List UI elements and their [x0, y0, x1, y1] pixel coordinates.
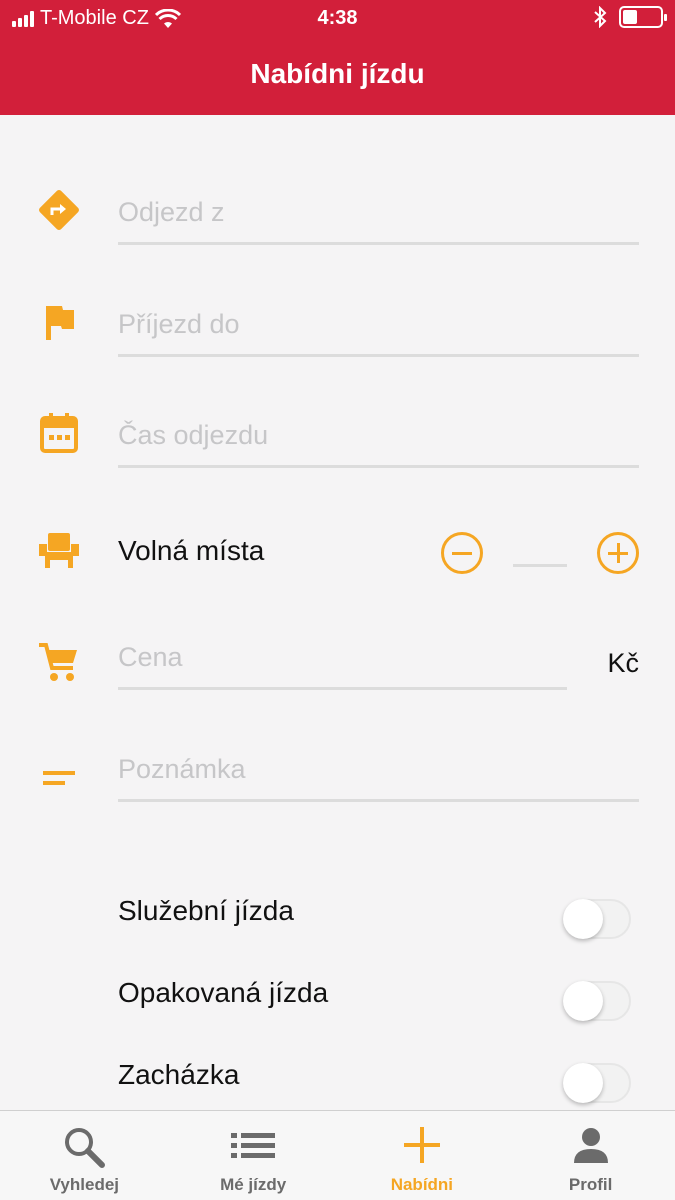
cart-icon: [34, 638, 84, 688]
price-field[interactable]: Cena: [118, 630, 567, 690]
battery-icon: [619, 6, 667, 28]
person-icon: [573, 1128, 608, 1163]
business-trip-toggle[interactable]: [563, 899, 631, 939]
page-title: Nabídni jízdu: [250, 58, 425, 89]
to-placeholder: Příjezd do: [118, 309, 240, 339]
status-bar: T-Mobile CZ 4:38: [0, 0, 675, 38]
flag-icon: [34, 297, 84, 347]
app-header: T-Mobile CZ 4:38 Nabídni jízdu: [0, 0, 675, 115]
directions-icon: [34, 185, 84, 235]
note-field[interactable]: Poznámka: [118, 742, 639, 802]
note-placeholder: Poznámka: [118, 754, 246, 784]
seats-value[interactable]: [513, 539, 567, 567]
tab-search[interactable]: Vyhledej: [0, 1111, 169, 1200]
seats-label: Volná místa: [118, 535, 265, 566]
tab-label: Profil: [568, 1175, 613, 1194]
tab-bar: Vyhledej Mé jízdy Nabídni Profil: [0, 1110, 675, 1200]
battery-fill: [623, 10, 638, 24]
tab-profile[interactable]: Profil: [506, 1111, 675, 1200]
tab-offer[interactable]: Nabídni: [338, 1111, 507, 1200]
toggle-label: Služební jízda: [118, 895, 294, 926]
seat-icon: [34, 525, 84, 575]
bluetooth-icon: [594, 6, 607, 28]
from-field[interactable]: Odjezd z: [118, 185, 639, 245]
seats-stepper: [441, 532, 639, 574]
price-placeholder: Cena: [118, 642, 183, 672]
status-time: 4:38: [317, 7, 358, 29]
toggle-label: Opakovaná jízda: [118, 977, 329, 1008]
recurring-trip-toggle[interactable]: [563, 981, 631, 1021]
search-icon: [65, 1128, 106, 1168]
from-placeholder: Odjezd z: [118, 197, 225, 227]
tab-label: Vyhledej: [49, 1175, 120, 1194]
tab-label: Nabídni: [390, 1175, 454, 1194]
time-placeholder: Čas odjezdu: [118, 420, 269, 450]
list-icon: [231, 1133, 276, 1158]
tab-label: Mé jízdy: [220, 1175, 287, 1194]
plus-icon: [403, 1127, 440, 1163]
currency-label: Kč: [607, 648, 639, 678]
toggle-knob: [563, 1063, 603, 1103]
notes-icon: [34, 750, 84, 800]
time-field[interactable]: Čas odjezdu: [118, 408, 639, 468]
toggle-knob: [563, 981, 603, 1021]
to-field[interactable]: Příjezd do: [118, 297, 639, 357]
calendar-icon: [34, 408, 84, 458]
tab-my-trips[interactable]: Mé jízdy: [169, 1111, 338, 1200]
plus-circle-icon[interactable]: [597, 532, 639, 574]
detour-toggle[interactable]: [563, 1063, 631, 1103]
minus-icon[interactable]: [441, 532, 483, 574]
toggle-row: Služební jízda: [0, 895, 675, 945]
toggle-row: Opakovaná jízda: [0, 977, 675, 1027]
status-right: [593, 6, 667, 28]
toggle-row: Zacházka: [0, 1059, 675, 1109]
toggle-knob: [563, 899, 603, 939]
toggle-label: Zacházka: [118, 1059, 240, 1090]
